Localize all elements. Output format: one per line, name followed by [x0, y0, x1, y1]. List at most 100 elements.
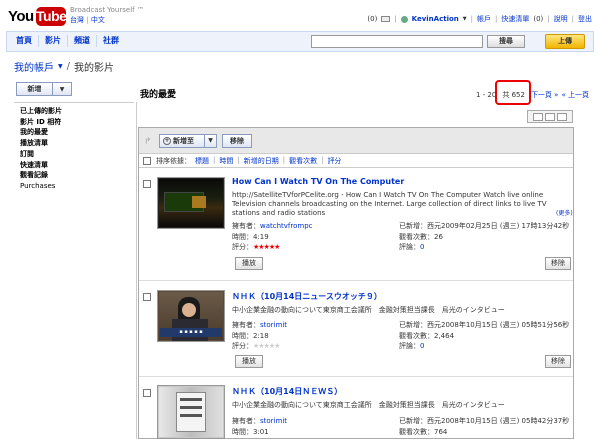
owner-label: 擁有者： — [232, 321, 260, 329]
menu-history[interactable]: 觀看記錄 — [20, 170, 62, 181]
new-button-label: 新增 — [17, 83, 53, 95]
sort-options: 排序依據： 標題 | 時間 | 新增的日期 | 觀看次數 | 評分 — [156, 156, 342, 166]
added-date: 西元2008年10月15日 (週三) 05時42分37秒 — [427, 417, 570, 425]
video-thumbnail[interactable] — [157, 177, 225, 229]
upload-button[interactable]: 上傳 — [545, 34, 585, 49]
added-label: 已新增： — [399, 321, 427, 329]
view-count: 26 — [434, 232, 443, 241]
rating-label: 評分： — [232, 243, 253, 251]
row-divider — [139, 280, 573, 281]
video-description: 中小企業金融の動向について東京商工会議所 金融対策担当課長 烏光のインタビュー — [232, 401, 505, 409]
owner-link[interactable]: watchtvfrompc — [260, 222, 313, 230]
account-link[interactable]: 帳戶 — [477, 14, 491, 24]
tab-videos[interactable]: 影片 — [39, 35, 68, 47]
sort-time[interactable]: 時間 — [219, 156, 233, 166]
owner-label: 擁有者： — [232, 222, 260, 230]
language-links: 台灣 | 中文 — [70, 16, 105, 24]
menu-favorites[interactable]: 我的最愛 — [20, 127, 62, 138]
menu-playlists[interactable]: 播放清單 — [20, 138, 62, 149]
tab-community[interactable]: 社群 — [97, 35, 125, 47]
add-to-button[interactable]: + 新增至 ▼ — [159, 134, 217, 148]
search-button[interactable]: 搜尋 — [487, 35, 525, 48]
video-checkbox[interactable] — [143, 180, 151, 188]
menu-subscriptions[interactable]: 訂閱 — [20, 149, 62, 160]
menu-uploaded[interactable]: 已上傳的影片 — [20, 106, 62, 117]
video-title-link[interactable]: ＮＨＫ（10月14日ニュースウオッチ９） — [232, 291, 382, 302]
lang-traditional-link[interactable]: 台灣 — [70, 16, 84, 24]
pager-prev[interactable]: « 上一頁 — [561, 90, 589, 100]
video-meta-right: 已新增：西元2008年10月15日 (週三) 05時51分56秒 觀看次數：2,… — [399, 320, 569, 352]
time-label: 時間： — [232, 331, 253, 340]
chevron-down-icon[interactable]: ▼ — [53, 83, 71, 95]
comment-count[interactable]: 0 — [420, 342, 424, 350]
duration: 4:19 — [253, 232, 269, 241]
star-rating-icon: ★★★★★ — [253, 243, 280, 251]
video-title-link[interactable]: How Can I Watch TV On The Computer — [232, 177, 404, 186]
lang-chinese-link[interactable]: 中文 — [91, 16, 105, 24]
breadcrumb-account[interactable]: 我的帳戶 — [14, 59, 54, 74]
row-divider — [139, 376, 573, 377]
video-thumbnail[interactable]: ▪ ▪ ▪ ▪ ▪ — [157, 290, 225, 342]
menu-purchases[interactable]: Purchases — [20, 181, 62, 192]
logo-tube-text: Tube — [36, 7, 67, 26]
video-meta-left: 擁有者：storimit 時間：2:18 評分：★★★★★ — [232, 320, 287, 352]
play-button[interactable]: 播放 — [235, 257, 263, 270]
chevron-down-icon[interactable]: ▼ — [463, 16, 467, 22]
comment-count[interactable]: 0 — [420, 243, 424, 251]
added-date: 西元2008年10月15日 (週三) 05時51分56秒 — [427, 321, 570, 329]
list-view-icon[interactable] — [533, 112, 543, 121]
view-count: 2,464 — [434, 331, 455, 340]
play-button[interactable]: 播放 — [235, 355, 263, 368]
tab-channels[interactable]: 頻道 — [68, 35, 97, 47]
username-link[interactable]: KevinAction — [412, 15, 459, 23]
sort-date-added[interactable]: 新增的日期 — [244, 156, 279, 166]
mail-icon[interactable] — [381, 16, 391, 22]
owner-link[interactable]: storimit — [260, 321, 287, 329]
time-label: 時間： — [232, 232, 253, 241]
menu-quicklist[interactable]: 快速清單 — [20, 160, 62, 171]
chevron-down-icon[interactable]: ▼ — [204, 135, 216, 147]
video-checkbox[interactable] — [143, 389, 151, 397]
video-thumbnail[interactable] — [157, 385, 225, 439]
sort-title[interactable]: 標題 — [195, 156, 209, 166]
video-title-link[interactable]: ＮＨＫ（10月14日ＮＥＷＳ） — [232, 386, 342, 397]
user-icon — [400, 15, 408, 23]
duration: 2:18 — [253, 331, 269, 340]
time-label: 時間： — [232, 427, 253, 436]
remove-video-button[interactable]: 移除 — [545, 257, 571, 270]
owner-label: 擁有者： — [232, 417, 260, 425]
quicklist-link[interactable]: 快速清單 — [501, 14, 529, 24]
owner-link[interactable]: storimit — [260, 417, 287, 425]
star-rating-icon: ★★★★★ — [253, 342, 280, 350]
user-bar: (0) | KevinAction ▼ | 帳戶 | 快速清單 (0) | 說明… — [367, 14, 592, 24]
breadcrumb: 我的帳戶 ▼ / 我的影片 — [14, 59, 114, 74]
new-button[interactable]: 新增 ▼ — [16, 82, 72, 96]
sort-views[interactable]: 觀看次數 — [289, 156, 317, 166]
nav-tabs: 首頁 影片 頻道 社群 — [10, 35, 125, 47]
remove-button[interactable]: 移除 — [222, 134, 252, 148]
pager-next[interactable]: 下一頁 » — [531, 90, 559, 100]
video-description: http://SatelliteTVforPCelite.org - How C… — [232, 191, 547, 217]
left-menu: 已上傳的影片 影片 ID 相符 我的最愛 播放清單 訂閱 快速清單 觀看記錄 P… — [20, 106, 62, 192]
mail-count: (0) — [367, 15, 378, 23]
compact-view-icon[interactable] — [557, 112, 567, 121]
menu-video-id[interactable]: 影片 ID 相符 — [20, 117, 62, 128]
breadcrumb-current: 我的影片 — [74, 63, 114, 74]
chevron-down-icon[interactable]: ▼ — [58, 63, 63, 70]
logout-link[interactable]: 登出 — [578, 14, 592, 24]
tab-home[interactable]: 首頁 — [10, 35, 39, 47]
more-link[interactable]: (更多) — [556, 208, 573, 217]
rating-label: 評分： — [232, 342, 253, 350]
sort-label: 排序依據： — [156, 157, 191, 165]
view-toggle[interactable] — [527, 110, 573, 123]
sort-rating[interactable]: 評分 — [327, 156, 341, 166]
page-title: 我的最愛 — [140, 90, 177, 100]
help-link[interactable]: 說明 — [554, 14, 568, 24]
youtube-logo[interactable]: You Tube — [8, 6, 67, 29]
select-all-checkbox[interactable] — [143, 157, 151, 165]
remove-video-button[interactable]: 移除 — [545, 355, 571, 368]
video-checkbox[interactable] — [143, 293, 151, 301]
view-count: 764 — [434, 427, 448, 436]
grid-view-icon[interactable] — [545, 112, 555, 121]
search-input[interactable] — [311, 35, 483, 48]
